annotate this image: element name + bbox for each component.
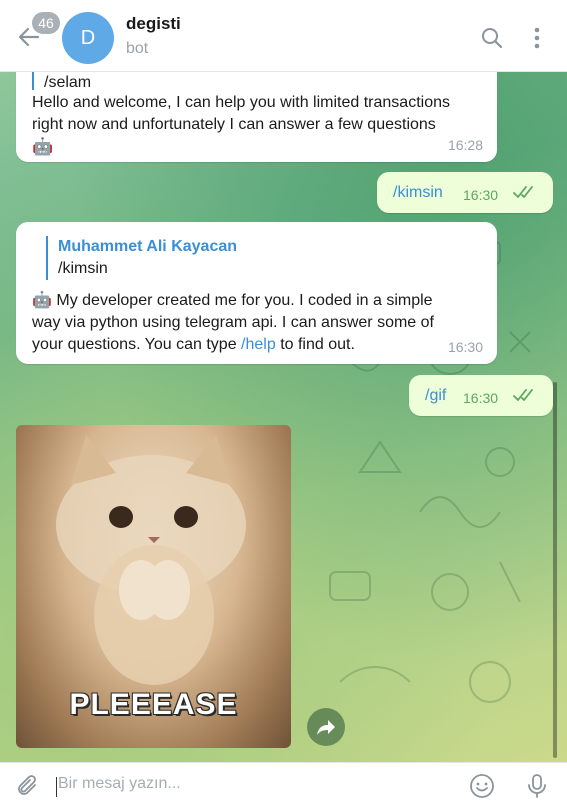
reply-text: /kimsin [58, 260, 108, 277]
robot-emoji-icon: 🤖 [32, 137, 54, 156]
message-time: 16:30 [447, 339, 483, 355]
emoji-icon[interactable] [467, 771, 497, 801]
message-text: My developer created me for you. I coded… [32, 292, 434, 353]
search-icon[interactable] [478, 24, 506, 52]
message-composer: Bir mesaj yazın... [0, 762, 567, 804]
outgoing-message[interactable]: /gif 16:30 [409, 375, 553, 416]
chat-subtitle: bot [126, 40, 149, 57]
avatar[interactable]: D [62, 12, 114, 64]
incoming-message[interactable]: /selam Hello and welcome, I can help you… [16, 72, 497, 162]
robot-emoji-icon: 🤖 [32, 292, 52, 309]
outgoing-message[interactable]: /kimsin 16:30 [377, 172, 553, 213]
message-text: Hello and welcome, I can help you with l… [32, 94, 450, 133]
message-time: 16:30 [463, 187, 499, 203]
message-time: 16:30 [463, 390, 499, 406]
chat-area: /selam Hello and welcome, I can help you… [0, 72, 567, 762]
reply-text: /selam [44, 74, 92, 90]
help-link[interactable]: /help [241, 336, 276, 353]
incoming-message[interactable]: Muhammet Ali Kayacan /kimsin 🤖 My develo… [16, 222, 497, 364]
chat-title[interactable]: degisti [126, 14, 181, 34]
double-check-icon [513, 184, 537, 207]
mic-icon[interactable] [522, 771, 552, 801]
message-time: 16:28 [447, 137, 483, 153]
reply-preview[interactable]: Muhammet Ali Kayacan /kimsin [46, 236, 481, 280]
message-text: /gif [425, 387, 447, 404]
scrollbar[interactable] [553, 382, 557, 758]
text-caret [56, 777, 57, 797]
message-text: /kimsin [393, 184, 443, 201]
message-input[interactable]: Bir mesaj yazın... [58, 775, 181, 793]
message-body: 🤖 My developer created me for you. I cod… [32, 290, 481, 356]
gif-message[interactable]: PLEEEASE [16, 425, 291, 748]
more-vertical-icon[interactable] [523, 24, 551, 52]
message-text-end: to find out. [275, 336, 355, 353]
reply-author: Muhammet Ali Kayacan [58, 238, 238, 255]
attach-icon[interactable] [12, 771, 42, 801]
gif-caption: PLEEEASE [69, 688, 238, 721]
share-icon[interactable] [307, 708, 345, 746]
reply-preview: /selam [32, 72, 481, 90]
chat-header: 46 D degisti bot [0, 0, 567, 72]
unread-badge: 46 [32, 12, 60, 34]
double-check-icon [513, 387, 537, 410]
